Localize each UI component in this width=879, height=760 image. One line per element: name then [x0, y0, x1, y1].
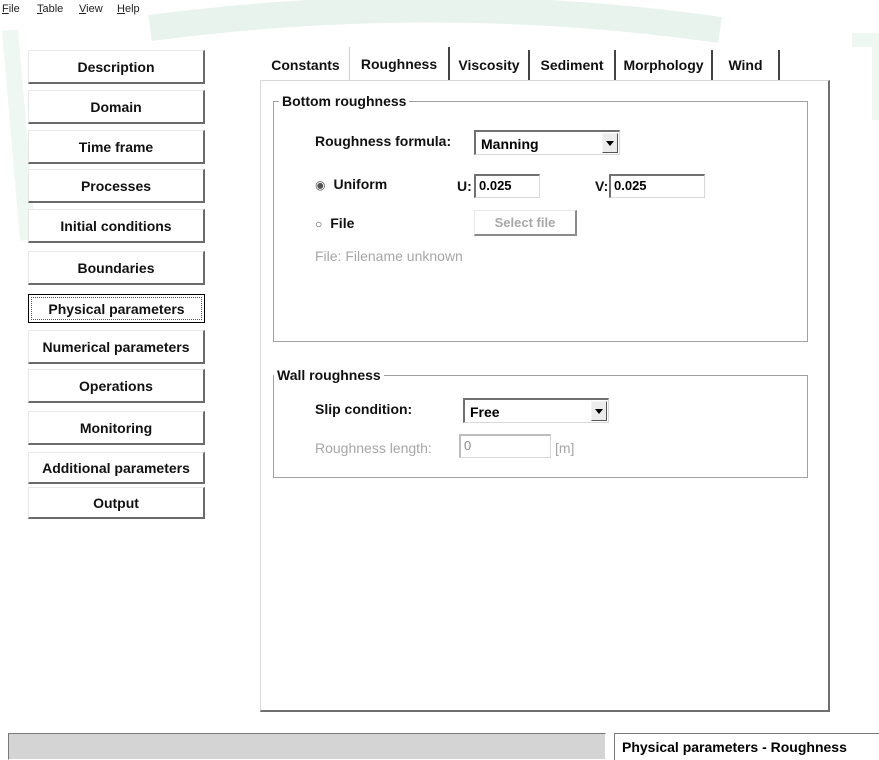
tab-viscosity[interactable]: Viscosity [450, 50, 530, 80]
nav-description-button[interactable]: Description [28, 50, 205, 84]
roughness-tab-panel: Bottom roughness Roughness formula: Mann… [260, 80, 830, 712]
nav-operations-button[interactable]: Operations [28, 369, 205, 403]
roughness-length-input[interactable]: 0 [459, 434, 551, 458]
menu-view[interactable]: View [79, 3, 103, 15]
tab-sediment[interactable]: Sediment [530, 50, 616, 80]
status-bar: Physical parameters - Roughness [8, 733, 879, 760]
tab-constants[interactable]: Constants [262, 50, 349, 80]
menu-help[interactable]: Help [117, 3, 140, 15]
slip-condition-label: Slip condition: [315, 401, 413, 417]
tab-wind[interactable]: Wind [713, 50, 780, 80]
nav-domain-button[interactable]: Domain [28, 90, 205, 124]
roughness-length-label: Roughness length: [315, 440, 432, 456]
tab-roughness[interactable]: Roughness [349, 47, 450, 80]
chevron-down-icon[interactable] [591, 401, 607, 421]
roughness-formula-value: Manning [481, 136, 539, 152]
roughness-formula-select[interactable]: Manning [474, 130, 620, 155]
tab-morphology[interactable]: Morphology [616, 50, 713, 80]
tab-strip: Constants Roughness Viscosity Sediment M… [262, 47, 782, 80]
u-label: U: [457, 178, 472, 194]
status-right-pane: Physical parameters - Roughness [614, 733, 879, 760]
chevron-down-icon[interactable] [602, 133, 618, 153]
menu-file[interactable]: File [2, 3, 20, 15]
nav-processes-button[interactable]: Processes [28, 169, 205, 203]
menu-bar: File Table View Help [0, 0, 879, 20]
v-value-input[interactable]: 0.025 [609, 174, 705, 198]
nav-output-button[interactable]: Output [28, 487, 205, 519]
menu-table[interactable]: Table [37, 3, 63, 15]
nav-initial-conditions-button[interactable]: Initial conditions [28, 209, 205, 243]
u-value-input[interactable]: 0.025 [474, 174, 540, 198]
nav-time-frame-button[interactable]: Time frame [28, 130, 205, 164]
nav-numerical-parameters-button[interactable]: Numerical parameters [28, 330, 205, 364]
v-label: V: [595, 178, 609, 194]
uniform-radio[interactable]: ◉ Uniform [315, 176, 387, 192]
select-file-button[interactable]: Select file [474, 210, 577, 236]
nav-boundaries-button[interactable]: Boundaries [28, 251, 205, 285]
slip-condition-select[interactable]: Free [463, 398, 609, 423]
nav-physical-parameters-button[interactable]: Physical parameters [28, 294, 205, 323]
file-radio[interactable]: ○ File [315, 215, 354, 231]
nav-monitoring-button[interactable]: Monitoring [28, 411, 205, 445]
roughness-length-unit: [m] [555, 440, 575, 456]
slip-condition-value: Free [470, 404, 500, 420]
file-label: File [330, 215, 355, 231]
file-info-text: File: Filename unknown [315, 248, 463, 264]
radio-selected-icon: ◉ [315, 178, 326, 192]
roughness-formula-label: Roughness formula: [315, 133, 452, 149]
radio-unselected-icon: ○ [315, 217, 323, 231]
nav-additional-parameters-button[interactable]: Additional parameters [28, 452, 205, 484]
wall-roughness-group [273, 375, 808, 478]
uniform-label: Uniform [333, 176, 388, 192]
wall-roughness-title: Wall roughness [274, 367, 384, 383]
status-left-pane [8, 733, 606, 760]
bottom-roughness-title: Bottom roughness [279, 93, 410, 109]
